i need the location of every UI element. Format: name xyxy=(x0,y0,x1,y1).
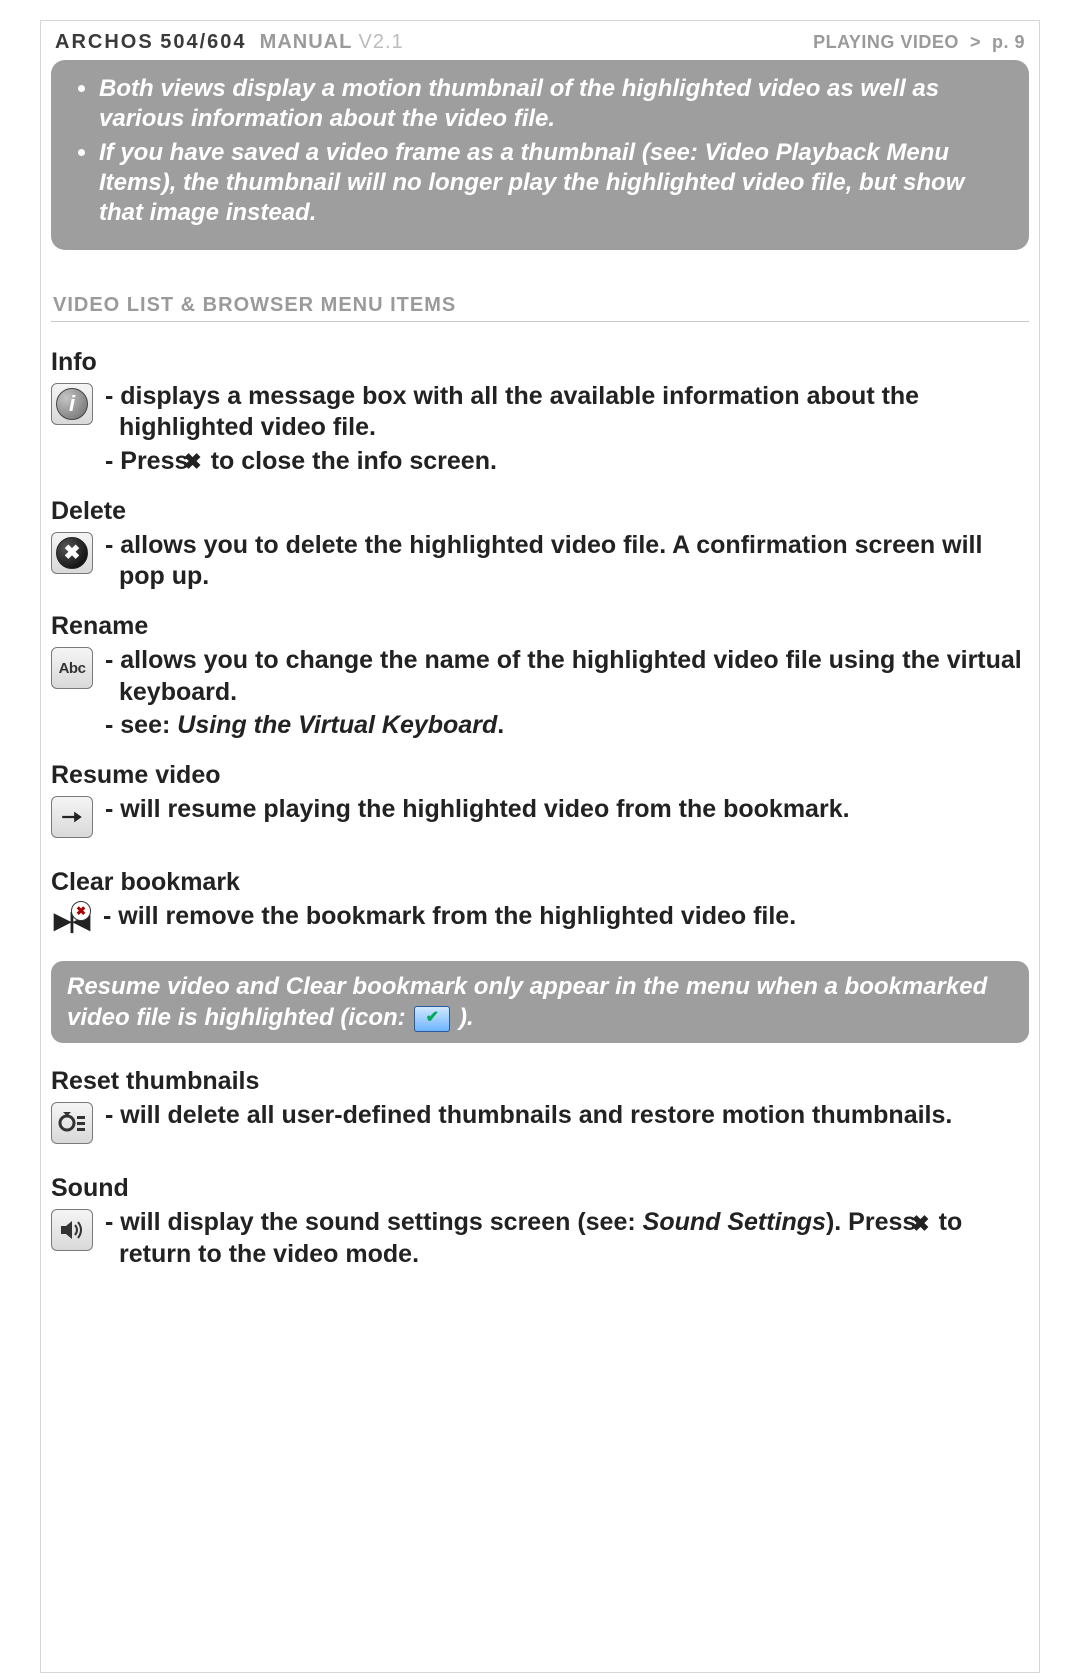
close-x-icon: ✖ xyxy=(195,448,203,476)
top-note-bullet-2: If you have saved a video frame as a thu… xyxy=(99,138,1011,228)
delete-circle-glyph: ✖ xyxy=(56,537,88,569)
section-heading: Video List & Browser Menu Items xyxy=(51,294,1029,322)
rename-block: Abc - allows you to change the name of t… xyxy=(51,645,1029,743)
arrow-right-icon xyxy=(59,804,85,830)
refresh-list-icon xyxy=(58,1109,86,1137)
resume-block: - will resume playing the highlighted vi… xyxy=(51,794,1029,838)
version-label: V2.1 xyxy=(359,31,404,53)
rename-lines: - allows you to change the name of the h… xyxy=(105,645,1029,743)
delete-block: ✖ - allows you to delete the highlighted… xyxy=(51,530,1029,595)
clear-bookmark-icon: ▶|◀ ✖ xyxy=(51,901,91,941)
info-lines: - displays a message box with all the av… xyxy=(105,381,1029,479)
rename-title: Rename xyxy=(51,612,1029,641)
bookmark-note-box: Resume video and Clear bookmark only app… xyxy=(51,961,1029,1043)
reset-thumbnails-line-1: - will delete all user-defined thumbnail… xyxy=(119,1100,952,1131)
delete-line-1: - allows you to delete the highlighted v… xyxy=(119,530,1029,593)
page-number: p. 9 xyxy=(992,32,1025,52)
sound-lines: - will display the sound settings screen… xyxy=(105,1207,1029,1272)
bookmark-inline-icon: ✔ xyxy=(414,1006,450,1032)
reset-thumbnails-icon xyxy=(51,1102,93,1144)
speaker-icon xyxy=(58,1216,86,1244)
info-line-1: - displays a message box with all the av… xyxy=(119,381,1029,444)
bookmark-note-pre: Resume video and Clear bookmark only app… xyxy=(67,973,987,1031)
page-header: ARCHOS 504/604 MANUAL V2.1 PLAYING VIDEO… xyxy=(51,31,1029,60)
rename-line-1: - allows you to change the name of the h… xyxy=(119,645,1029,708)
brand-name: ARCHOS xyxy=(55,31,154,53)
rename-line-2: - see: Using the Virtual Keyboard. xyxy=(119,710,1029,741)
top-note-box: Both views display a motion thumbnail of… xyxy=(51,60,1029,250)
delete-lines: - allows you to delete the highlighted v… xyxy=(105,530,1029,595)
delete-title: Delete xyxy=(51,497,1029,526)
sound-icon xyxy=(51,1209,93,1251)
check-icon: ✔ xyxy=(426,1008,439,1029)
bookmark-note-post: ). xyxy=(459,1004,474,1031)
sound-title: Sound xyxy=(51,1174,1029,1203)
info-icon: i xyxy=(51,383,93,425)
reset-thumbnails-title: Reset thumbnails xyxy=(51,1067,1029,1096)
abc-glyph: Abc xyxy=(59,660,86,677)
info-title: Info xyxy=(51,348,1029,377)
rename-icon: Abc xyxy=(51,647,93,689)
info-line-2: - Press ✖ to close the info screen. xyxy=(119,446,1029,477)
manual-page: ARCHOS 504/604 MANUAL V2.1 PLAYING VIDEO… xyxy=(40,20,1040,1673)
reset-thumbnails-lines: - will delete all user-defined thumbnail… xyxy=(105,1100,952,1133)
clear-bookmark-badge-glyph: ✖ xyxy=(71,901,91,921)
header-right: PLAYING VIDEO > p. 9 xyxy=(813,32,1025,53)
clear-bookmark-title: Clear bookmark xyxy=(51,868,1029,897)
clear-bookmark-block: ▶|◀ ✖ - will remove the bookmark from th… xyxy=(51,901,1029,941)
reset-thumbnails-block: - will delete all user-defined thumbnail… xyxy=(51,1100,1029,1144)
sound-block: - will display the sound settings screen… xyxy=(51,1207,1029,1272)
resume-icon xyxy=(51,796,93,838)
info-circle-glyph: i xyxy=(56,388,88,420)
resume-lines: - will resume playing the highlighted vi… xyxy=(105,794,850,827)
section-name: PLAYING VIDEO xyxy=(813,32,959,52)
info-block: i - displays a message box with all the … xyxy=(51,381,1029,479)
resume-title: Resume video xyxy=(51,761,1029,790)
delete-icon: ✖ xyxy=(51,532,93,574)
model-number: 504/604 xyxy=(160,31,246,53)
clear-bookmark-lines: - will remove the bookmark from the high… xyxy=(103,901,796,934)
sound-line-1-ital: Sound Settings xyxy=(643,1208,826,1236)
rename-line-2-ital: Using the Virtual Keyboard xyxy=(177,711,497,739)
header-left: ARCHOS 504/604 MANUAL V2.1 xyxy=(55,31,404,54)
manual-label: MANUAL xyxy=(260,31,352,53)
clear-bookmark-line-1: - will remove the bookmark from the high… xyxy=(117,901,796,932)
chevron-icon: > xyxy=(970,32,981,52)
close-x-icon-2: ✖ xyxy=(923,1210,931,1238)
resume-line-1: - will resume playing the highlighted vi… xyxy=(119,794,850,825)
sound-line-1: - will display the sound settings screen… xyxy=(119,1207,1029,1270)
top-note-bullet-1: Both views display a motion thumbnail of… xyxy=(99,74,1011,134)
